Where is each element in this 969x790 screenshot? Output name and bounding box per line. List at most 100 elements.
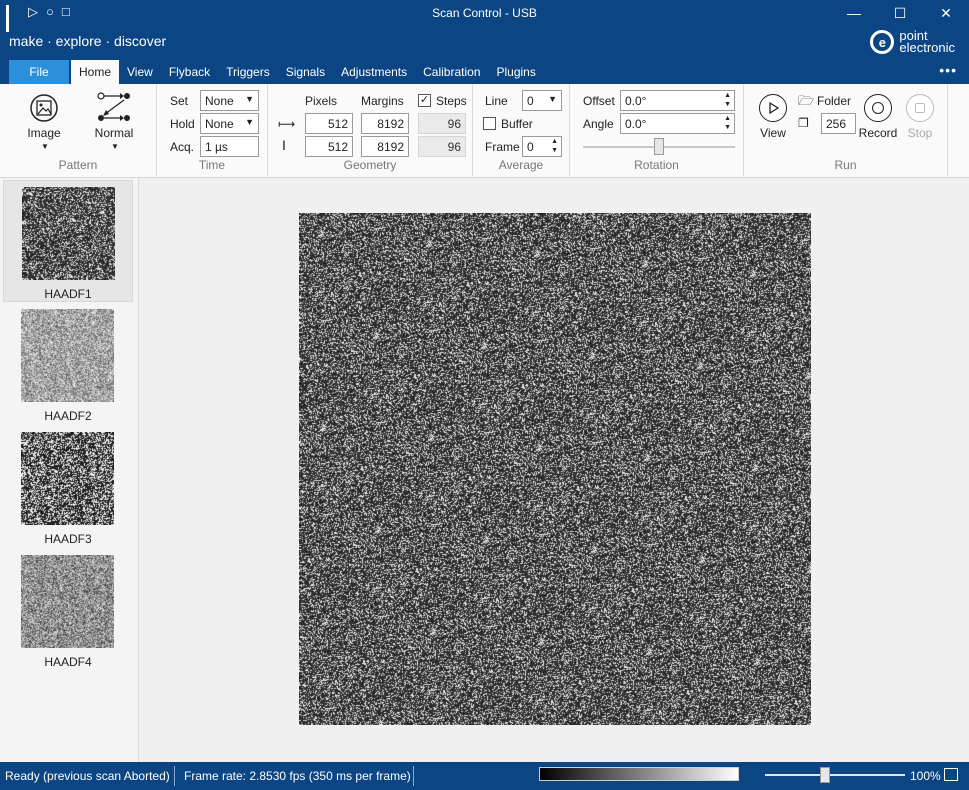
tagline: make · explore · discover (9, 33, 167, 49)
set-label: Set (170, 94, 189, 108)
thumbnail-haadf3[interactable]: HAADF3 (3, 426, 133, 548)
zoom-slider-thumb[interactable] (820, 767, 830, 783)
frame-label: Frame (485, 140, 520, 154)
ribbon: Image ▼ Normal ▼ Pattern Set None ▼ Hold … (0, 84, 969, 178)
buffer-checkbox[interactable] (483, 117, 496, 130)
angle-label: Angle (583, 117, 614, 131)
thumbnail-haadf1[interactable]: HAADF1 (3, 180, 133, 302)
rotation-group: Offset 0.0° ▲ ▼ Angle 0.0° ▲ ▼ Rotation (570, 84, 744, 176)
record-circle-icon[interactable] (864, 94, 892, 122)
tab-adjustments[interactable]: Adjustments (333, 60, 415, 84)
scan-view-area (139, 178, 969, 762)
minimize-button[interactable]: — (831, 0, 877, 26)
colormap-gradient-bar[interactable] (539, 767, 739, 781)
time-group: Set None ▼ Hold None ▼ Acq. 1 µs Time (157, 84, 268, 176)
rotation-group-label: Rotation (634, 158, 679, 172)
brand-logo: e point electronic (870, 29, 955, 54)
image-pattern-icon[interactable] (29, 93, 59, 123)
hold-label: Hold (170, 117, 195, 131)
scan-image[interactable] (299, 213, 811, 725)
zoom-level-text: 100% (910, 769, 941, 783)
tab-triggers[interactable]: Triggers (218, 60, 278, 84)
chevron-down-icon: ▼ (245, 117, 254, 127)
app-header: ▷ ○ □ Scan Control - USB — ☐ ✕ make · ex… (0, 0, 969, 84)
rotation-slider-thumb[interactable] (654, 138, 664, 155)
spin-arrows-icon[interactable]: ▲ ▼ (724, 114, 731, 132)
steps-header: Steps (436, 94, 467, 108)
time-group-label: Time (198, 158, 226, 172)
tab-home[interactable]: Home (71, 60, 120, 84)
acq-input[interactable]: 1 µs (200, 136, 259, 157)
folder-button[interactable]: Folder (817, 94, 851, 108)
tab-plugins[interactable]: Plugins (489, 60, 544, 84)
hold-select[interactable]: None ▼ (200, 113, 259, 134)
offset-stepper[interactable]: 0.0° ▲ ▼ (620, 90, 735, 111)
line-average-select[interactable]: 0 ▼ (522, 90, 562, 111)
view-button[interactable]: View (753, 126, 793, 140)
image-pattern-button[interactable]: Image (14, 126, 74, 140)
normal-dropdown-arrow-icon[interactable]: ▼ (111, 142, 119, 151)
spin-arrows-icon[interactable]: ▲ ▼ (551, 137, 558, 155)
view-play-icon[interactable] (759, 94, 787, 122)
record-button[interactable]: Record (856, 126, 900, 140)
folder-icon[interactable]: 🗁 (798, 92, 814, 114)
tab-calibration[interactable]: Calibration (415, 60, 488, 84)
maximize-button[interactable]: ☐ (877, 0, 923, 26)
offset-value: 0.0° (625, 94, 647, 108)
average-group-label: Average (498, 158, 544, 172)
tab-file[interactable]: File (9, 60, 69, 84)
pixels-x-input[interactable]: 512 (305, 113, 353, 134)
close-button[interactable]: ✕ (923, 0, 969, 26)
pixels-y-input[interactable]: 512 (305, 136, 353, 157)
fit-to-window-icon[interactable] (944, 768, 958, 781)
steps-x-value: 96 (418, 113, 466, 134)
normal-pattern-button[interactable]: Normal (84, 126, 144, 140)
haadf4-thumbnail-image (21, 555, 114, 648)
set-select[interactable]: None ▼ (200, 90, 259, 111)
thumbnail-haadf2[interactable]: HAADF2 (3, 303, 133, 425)
line-average-value: 0 (527, 94, 534, 108)
haadf1-thumbnail-image (22, 187, 115, 280)
buffer-label: Buffer (501, 117, 533, 131)
frame-average-stepper[interactable]: 0 ▲ ▼ (522, 136, 562, 157)
set-select-value: None (205, 94, 234, 108)
margins-x-input[interactable]: 8192 (361, 113, 409, 134)
stop-button: Stop (907, 126, 933, 140)
margins-y-input[interactable]: 8192 (361, 136, 409, 157)
logo-e-icon: e (870, 30, 895, 54)
thumbnail-panel: HAADF1 HAADF2 HAADF3 HAADF4 (0, 178, 139, 762)
steps-checkbox[interactable]: ✓ (418, 94, 431, 107)
more-options-icon[interactable]: ••• (939, 62, 957, 78)
pixels-header: Pixels (305, 94, 338, 108)
geometry-group-label: Geometry (343, 158, 397, 172)
run-group-label: Run (834, 158, 857, 172)
haadf3-thumbnail-image (21, 432, 114, 525)
angle-value: 0.0° (625, 117, 647, 131)
tab-signals[interactable]: Signals (278, 60, 333, 84)
margins-header: Margins (361, 94, 404, 108)
haadf2-thumbnail-image (21, 309, 114, 402)
tab-flyback[interactable]: Flyback (161, 60, 218, 84)
thumbnail-haadf4[interactable]: HAADF4 (3, 549, 133, 671)
thumbnail-label: HAADF1 (44, 287, 92, 301)
frame-rate-text: Frame rate: 2.8530 fps (350 ms per frame… (184, 769, 411, 783)
average-group: Line 0 ▼ Buffer Frame 0 ▲ ▼ Average (473, 84, 570, 176)
thumbnail-label: HAADF2 (44, 409, 92, 423)
image-dropdown-arrow-icon[interactable]: ▼ (41, 142, 49, 151)
geometry-group: Pixels Margins ✓ Steps ⟼ 512 8192 96 I 5… (268, 84, 473, 176)
ribbon-tabs: File Home View Flyback Triggers Signals … (9, 59, 544, 84)
angle-stepper[interactable]: 0.0° ▲ ▼ (620, 113, 735, 134)
window-title: Scan Control - USB (432, 6, 537, 20)
spin-arrows-icon[interactable]: ▲ ▼ (724, 91, 731, 109)
raster-pattern-icon[interactable] (96, 90, 132, 126)
steps-y-value: 96 (418, 136, 466, 157)
frame-count-input[interactable]: 256 (821, 113, 856, 134)
status-divider (174, 766, 175, 786)
chevron-down-icon: ▼ (245, 94, 254, 104)
status-ready-text: Ready (previous scan Aborted) (5, 769, 170, 783)
hold-select-value: None (205, 117, 234, 131)
vertical-height-icon: I (282, 137, 286, 153)
horizontal-width-icon: ⟼ (278, 117, 296, 131)
zoom-slider-track[interactable] (765, 774, 905, 776)
tab-view[interactable]: View (119, 60, 161, 84)
